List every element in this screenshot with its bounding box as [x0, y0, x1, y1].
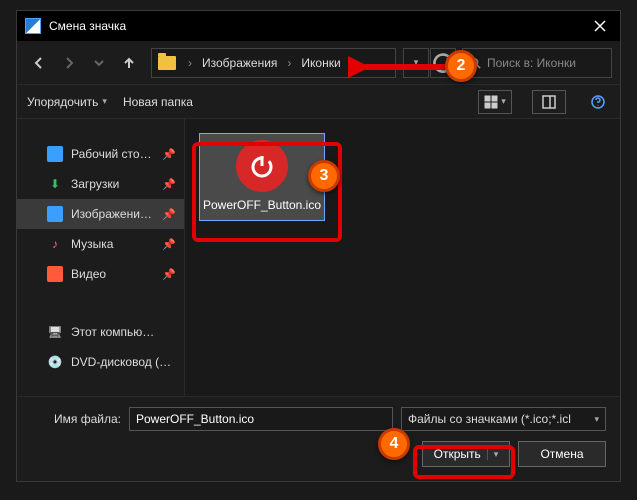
desktop-icon	[47, 146, 63, 162]
search-icon	[469, 57, 481, 69]
chevron-right-icon: ›	[184, 56, 196, 70]
sidebar-item-label: DVD-дисковод (…	[71, 355, 171, 369]
new-folder-button[interactable]: Новая папка	[123, 95, 193, 109]
sidebar-item-thispc[interactable]: 🖥 Этот компью…	[17, 317, 184, 347]
breadcrumb-1[interactable]: Изображения	[200, 56, 279, 70]
download-icon: ⬇	[47, 176, 63, 192]
chevron-down-icon: ▾	[594, 414, 599, 425]
video-icon	[47, 266, 63, 282]
dvd-icon: 💿	[47, 354, 63, 370]
pin-icon: 📌	[162, 178, 176, 191]
filename-input[interactable]: PowerOFF_Button.ico	[129, 407, 393, 431]
filetype-value: Файлы со значками (*.ico;*.icl	[408, 412, 571, 426]
sidebar-item-label: Рабочий сто…	[71, 147, 152, 161]
organize-menu[interactable]: Упорядочить ▾	[27, 95, 107, 109]
preview-icon	[542, 95, 556, 109]
sidebar-item-music[interactable]: ♪ Музыка 📌	[17, 229, 184, 259]
open-button[interactable]: Открыть ▾	[422, 441, 510, 467]
address-dropdown[interactable]: ▾	[403, 48, 429, 78]
cancel-button[interactable]: Отмена	[518, 441, 606, 467]
sidebar: Рабочий сто… 📌 ⬇ Загрузки 📌 Изображени… …	[17, 119, 185, 396]
help-icon	[591, 95, 605, 109]
sidebar-item-label: Музыка	[71, 237, 113, 251]
folder-icon	[158, 56, 176, 70]
file-list[interactable]: PowerOFF_Button.ico	[185, 119, 620, 396]
grid-icon	[484, 95, 498, 109]
pin-icon: 📌	[162, 208, 176, 221]
refresh-icon	[431, 51, 455, 75]
filetype-select[interactable]: Файлы со значками (*.ico;*.icl ▾	[401, 407, 606, 431]
search-input[interactable]: Поиск в: Иконки	[462, 48, 612, 78]
sidebar-item-dvd[interactable]: 💿 DVD-дисковод (…	[17, 347, 184, 377]
cancel-label: Отмена	[540, 447, 583, 461]
organize-label: Упорядочить	[27, 95, 98, 109]
chevron-down-icon: ▾	[501, 96, 506, 107]
sidebar-item-video[interactable]: Видео 📌	[17, 259, 184, 289]
sidebar-item-label: Этот компью…	[71, 325, 154, 339]
view-mode-button[interactable]: ▾	[478, 90, 512, 114]
preview-pane-button[interactable]	[532, 90, 566, 114]
new-folder-label: Новая папка	[123, 95, 193, 109]
pin-icon: 📌	[162, 148, 176, 161]
breadcrumb-2[interactable]: Иконки	[299, 56, 342, 70]
chevron-right-icon: ›	[283, 56, 295, 70]
close-button[interactable]	[580, 11, 620, 41]
sidebar-item-label: Загрузки	[71, 177, 119, 191]
pc-icon: 🖥	[47, 324, 63, 340]
window-title: Смена значка	[49, 19, 580, 33]
power-icon	[236, 140, 288, 192]
refresh-button[interactable]	[430, 48, 456, 78]
filename-value: PowerOFF_Button.ico	[136, 412, 254, 426]
pin-icon: 📌	[162, 238, 176, 251]
file-item[interactable]: PowerOFF_Button.ico	[199, 133, 325, 221]
pin-icon: 📌	[162, 268, 176, 281]
sidebar-item-downloads[interactable]: ⬇ Загрузки 📌	[17, 169, 184, 199]
back-button[interactable]	[25, 49, 53, 77]
sidebar-item-label: Изображени…	[71, 207, 152, 221]
search-placeholder: Поиск в: Иконки	[487, 56, 576, 70]
close-icon	[594, 20, 606, 32]
sidebar-item-desktop[interactable]: Рабочий сто… 📌	[17, 139, 184, 169]
pictures-icon	[47, 206, 63, 222]
app-icon	[25, 18, 41, 34]
chevron-down-icon	[92, 56, 106, 70]
sidebar-item-pictures[interactable]: Изображени… 📌	[17, 199, 184, 229]
up-button[interactable]	[115, 49, 143, 77]
help-button[interactable]	[586, 90, 610, 114]
chevron-down-icon: ▾	[102, 96, 107, 107]
sidebar-item-label: Видео	[71, 267, 106, 281]
chevron-down-icon: ▾	[487, 449, 499, 460]
open-label: Открыть	[434, 447, 481, 461]
chevron-down-icon: ▾	[414, 57, 419, 68]
filename-label: Имя файла:	[31, 412, 121, 426]
arrow-left-icon	[32, 56, 46, 70]
arrow-up-icon	[122, 56, 136, 70]
file-name: PowerOFF_Button.ico	[203, 198, 321, 212]
music-icon: ♪	[47, 236, 63, 252]
address-bar[interactable]: › Изображения › Иконки	[151, 48, 396, 78]
arrow-right-icon	[62, 56, 76, 70]
recent-dropdown[interactable]	[85, 49, 113, 77]
forward-button[interactable]	[55, 49, 83, 77]
